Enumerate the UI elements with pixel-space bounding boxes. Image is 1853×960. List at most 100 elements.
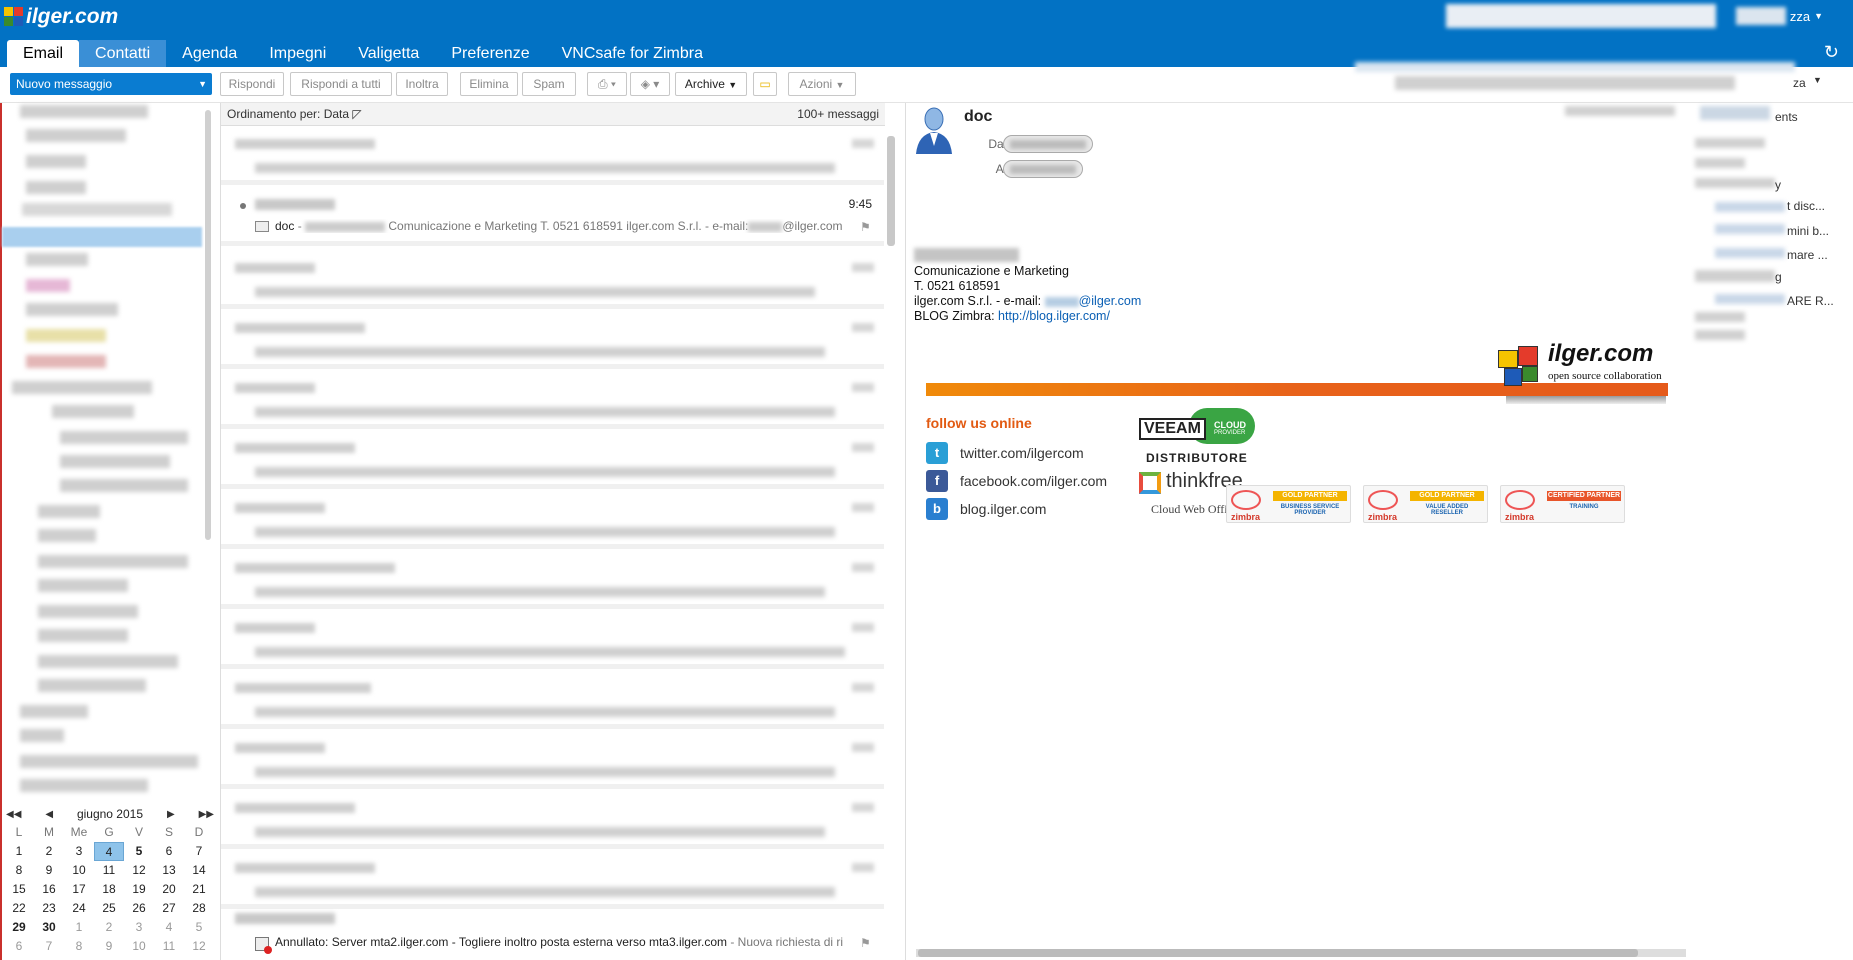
- folder-scrollbar[interactable]: [205, 110, 211, 540]
- calendar-day[interactable]: 6: [154, 842, 184, 861]
- folder-item[interactable]: [26, 155, 86, 168]
- list-item[interactable]: [221, 551, 884, 609]
- tag-button[interactable]: ◈ ▾: [630, 72, 670, 96]
- user-area[interactable]: zza ▼: [1445, 4, 1823, 28]
- list-item[interactable]: [221, 311, 884, 369]
- social-link-facebook[interactable]: f facebook.com/ilger.com: [926, 470, 1107, 492]
- spam-button[interactable]: Spam: [522, 72, 576, 96]
- calendar-day[interactable]: 16: [34, 880, 64, 899]
- calendar-day[interactable]: 1: [4, 842, 34, 861]
- tab-preferenze[interactable]: Preferenze: [435, 40, 545, 67]
- calendar-day[interactable]: 28: [184, 899, 214, 918]
- reply-all-button[interactable]: Rispondi a tutti: [290, 72, 392, 96]
- prev-year-icon[interactable]: ◀◀: [6, 809, 21, 820]
- folder-item[interactable]: [26, 129, 126, 142]
- calendar-day[interactable]: 4: [94, 842, 124, 861]
- list-item[interactable]: [221, 671, 884, 729]
- folder-item[interactable]: [12, 381, 152, 394]
- folder-item[interactable]: [60, 479, 188, 492]
- from-address-pill[interactable]: [1003, 135, 1093, 153]
- to-address-pill[interactable]: [1003, 160, 1083, 178]
- calendar-day[interactable]: 8: [64, 937, 94, 956]
- sig-email-link[interactable]: @ilger.com: [1044, 294, 1141, 308]
- folder-item[interactable]: [26, 355, 106, 368]
- folder-item[interactable]: [38, 605, 138, 618]
- calendar-day[interactable]: 9: [34, 861, 64, 880]
- social-link-twitter[interactable]: t twitter.com/ilgercom: [926, 442, 1084, 464]
- new-message-button[interactable]: Nuovo messaggio ▼: [10, 73, 212, 95]
- sort-selector[interactable]: Ordinamento per: Data ◸: [227, 103, 362, 125]
- calendar-day[interactable]: 26: [124, 899, 154, 918]
- calendar-day[interactable]: 15: [4, 880, 34, 899]
- calendar-day[interactable]: 24: [64, 899, 94, 918]
- folder-item[interactable]: [60, 455, 170, 468]
- folder-item[interactable]: [22, 203, 172, 216]
- folder-item[interactable]: [38, 555, 188, 568]
- folder-item[interactable]: [26, 181, 86, 194]
- chevron-down-icon[interactable]: ▼: [1814, 11, 1823, 21]
- folder-item[interactable]: [20, 105, 148, 118]
- tab-impegni[interactable]: Impegni: [253, 40, 342, 67]
- list-item-selected[interactable]: 9:45 doc - Comunicazione e Marketing T. …: [221, 188, 884, 246]
- social-link-blog[interactable]: b blog.ilger.com: [926, 498, 1046, 520]
- calendar-day[interactable]: 4: [154, 918, 184, 937]
- tab-vncsafe[interactable]: VNCsafe for Zimbra: [546, 40, 719, 67]
- calendar-day[interactable]: 18: [94, 880, 124, 899]
- calendar-day[interactable]: 17: [64, 880, 94, 899]
- folder-item[interactable]: [20, 779, 148, 792]
- list-item[interactable]: [221, 431, 884, 489]
- calendar-day[interactable]: 12: [124, 861, 154, 880]
- search-field-blurred[interactable]: [1445, 4, 1716, 28]
- calendar-day[interactable]: 20: [154, 880, 184, 899]
- tab-agenda[interactable]: Agenda: [166, 40, 253, 67]
- calendar-day[interactable]: 8: [4, 861, 34, 880]
- folder-item[interactable]: [38, 629, 128, 642]
- actions-dropdown[interactable]: Azioni ▼: [788, 72, 856, 96]
- print-button[interactable]: ⎙ ▾: [587, 72, 627, 96]
- folder-item[interactable]: [26, 279, 70, 292]
- calendar-day[interactable]: 11: [94, 861, 124, 880]
- list-item[interactable]: [221, 127, 884, 185]
- calendar-day[interactable]: 23: [34, 899, 64, 918]
- calendar-day[interactable]: 12: [184, 937, 214, 956]
- folder-item[interactable]: [52, 405, 134, 418]
- calendar-day[interactable]: 30: [34, 918, 64, 937]
- calendar-day[interactable]: 5: [124, 842, 154, 861]
- list-item[interactable]: [221, 251, 884, 309]
- calendar-day[interactable]: 5: [184, 918, 214, 937]
- folder-item[interactable]: [26, 329, 106, 342]
- note-button[interactable]: ▭: [753, 72, 777, 96]
- calendar-day[interactable]: 6: [4, 937, 34, 956]
- calendar-day[interactable]: 2: [94, 918, 124, 937]
- horizontal-scrollbar[interactable]: [916, 949, 1686, 957]
- calendar-day[interactable]: 11: [154, 937, 184, 956]
- calendar-day[interactable]: 10: [124, 937, 154, 956]
- folder-item-selected[interactable]: [2, 227, 202, 247]
- next-month-icon[interactable]: ▶: [167, 809, 175, 820]
- list-item[interactable]: [221, 371, 884, 429]
- list-item[interactable]: [221, 611, 884, 669]
- folder-item[interactable]: [26, 303, 118, 316]
- chevron-down-icon[interactable]: ▼: [198, 73, 207, 95]
- calendar-day[interactable]: 3: [124, 918, 154, 937]
- folder-item[interactable]: [60, 431, 188, 444]
- list-scrollbar[interactable]: [887, 136, 895, 246]
- chevron-down-icon[interactable]: ▼: [1813, 75, 1822, 85]
- folder-item[interactable]: [20, 729, 64, 742]
- folder-item[interactable]: [38, 655, 178, 668]
- calendar-day[interactable]: 14: [184, 861, 214, 880]
- calendar-day[interactable]: 1: [64, 918, 94, 937]
- calendar-day[interactable]: 25: [94, 899, 124, 918]
- list-item[interactable]: [221, 491, 884, 549]
- delete-button[interactable]: Elimina: [460, 72, 518, 96]
- archive-dropdown[interactable]: Archive ▼: [675, 72, 747, 96]
- calendar-day[interactable]: 22: [4, 899, 34, 918]
- calendar-day[interactable]: 3: [64, 842, 94, 861]
- list-item[interactable]: [221, 851, 884, 909]
- flag-icon[interactable]: ⚑: [860, 220, 872, 234]
- calendar-day[interactable]: 27: [154, 899, 184, 918]
- flag-icon[interactable]: ⚑: [860, 936, 872, 950]
- folder-item[interactable]: [38, 579, 128, 592]
- folder-item[interactable]: [38, 679, 146, 692]
- calendar-day[interactable]: 7: [34, 937, 64, 956]
